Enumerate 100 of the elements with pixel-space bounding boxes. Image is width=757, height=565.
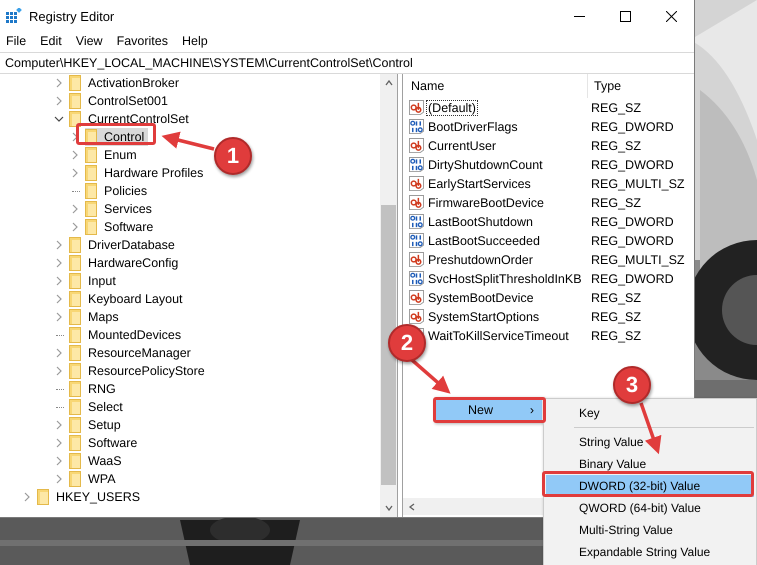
string-value-icon <box>409 176 424 191</box>
value-name[interactable]: CurrentUser <box>426 138 498 154</box>
menu-item[interactable]: Edit <box>40 34 62 48</box>
registry-icon <box>6 8 22 24</box>
menu-item[interactable]: Key <box>546 402 754 424</box>
tree-item[interactable]: CurrentControlSet <box>69 110 193 128</box>
expand-icon[interactable] <box>54 258 64 268</box>
value-type: REG_SZ <box>590 100 642 114</box>
tree-item[interactable]: WPA <box>69 470 120 488</box>
folder-icon <box>85 165 97 181</box>
value-type: REG_DWORD <box>590 234 674 248</box>
column-header[interactable]: Name <box>403 74 588 98</box>
menu-item[interactable]: QWORD (64-bit) Value <box>546 497 754 519</box>
value-name[interactable]: SvcHostSplitThresholdInKB <box>426 270 584 286</box>
tree-item[interactable]: HardwareConfig <box>69 254 182 272</box>
tree-item[interactable]: DriverDatabase <box>69 236 179 254</box>
binary-value-icon <box>409 214 424 229</box>
folder-icon <box>69 93 81 109</box>
annotation-arrow <box>410 358 451 394</box>
expand-icon[interactable] <box>54 96 64 106</box>
tree-item[interactable]: WaaS <box>69 452 126 470</box>
expand-icon[interactable] <box>54 294 64 304</box>
scrollbar[interactable] <box>403 498 543 515</box>
value-name[interactable]: BootDriverFlags <box>426 118 520 134</box>
string-value-icon <box>409 252 424 267</box>
binary-value-icon <box>409 119 424 134</box>
tree-item[interactable]: Hardware Profiles <box>85 164 208 182</box>
folder-icon <box>69 471 81 487</box>
value-name[interactable]: WaitToKillServiceTimeout <box>426 328 571 344</box>
menu-item[interactable]: Binary Value <box>546 453 754 475</box>
value-name[interactable]: DirtyShutdownCount <box>426 156 545 172</box>
value-type: REG_SZ <box>590 328 642 342</box>
expand-icon[interactable] <box>54 78 64 88</box>
menu-item[interactable]: Multi-String Value <box>546 519 754 541</box>
tree-item[interactable]: Software <box>69 434 142 452</box>
expand-icon[interactable] <box>54 438 64 448</box>
expand-icon[interactable] <box>54 366 64 376</box>
tree-item[interactable]: Software <box>85 218 158 236</box>
menu-item[interactable]: Favorites <box>116 34 168 48</box>
value-name[interactable]: EarlyStartServices <box>426 176 533 192</box>
expand-icon[interactable] <box>54 276 64 286</box>
tree-item[interactable]: Setup <box>69 416 125 434</box>
tree-item[interactable]: Maps <box>69 308 123 326</box>
folder-icon <box>69 435 81 451</box>
folder-icon <box>69 345 81 361</box>
expand-icon[interactable] <box>54 348 64 358</box>
folder-icon <box>37 489 49 505</box>
tree-item[interactable]: ResourcePolicyStore <box>69 362 209 380</box>
expand-icon[interactable] <box>70 150 80 160</box>
scrollbar[interactable] <box>380 74 397 517</box>
folder-icon <box>69 255 81 271</box>
address-bar[interactable]: Computer\HKEY_LOCAL_MACHINE\SYSTEM\CurrentControlSet\Control <box>0 52 694 74</box>
value-name[interactable]: LastBootSucceeded <box>426 232 542 248</box>
tree-item[interactable]: ActivationBroker <box>69 74 184 92</box>
maximize-icon <box>620 10 630 22</box>
expand-icon[interactable] <box>70 222 80 232</box>
menu-item[interactable]: Help <box>182 34 208 48</box>
folder-icon <box>69 453 81 469</box>
expand-icon[interactable] <box>54 312 64 322</box>
value-name[interactable]: LastBootShutdown <box>426 214 535 230</box>
value-name[interactable]: PreshutdownOrder <box>426 252 535 268</box>
expand-icon[interactable] <box>54 420 64 430</box>
tree-item[interactable]: ResourceManager <box>69 344 195 362</box>
expand-icon[interactable] <box>70 204 80 214</box>
folder-icon <box>85 219 97 235</box>
tree-item[interactable]: Policies <box>85 182 152 200</box>
string-value-icon <box>409 138 424 153</box>
column-header[interactable]: Type <box>588 74 622 98</box>
string-value-icon <box>409 309 424 324</box>
expand-icon[interactable] <box>54 456 64 466</box>
tree-item[interactable]: RNG <box>69 380 120 398</box>
value-name[interactable]: SystemBootDevice <box>426 290 536 306</box>
menu-item[interactable]: String Value <box>546 431 754 453</box>
expand-icon[interactable] <box>22 492 32 502</box>
tree-item[interactable]: Input <box>69 272 120 290</box>
menu-item[interactable]: Expandable String Value <box>546 541 754 563</box>
tree-item[interactable]: MountedDevices <box>69 326 186 344</box>
value-name[interactable]: (Default) <box>426 100 478 116</box>
menu-item[interactable]: New › <box>436 399 542 421</box>
menu-item[interactable]: View <box>76 34 103 48</box>
value-type: REG_SZ <box>590 196 642 210</box>
menu-item[interactable]: File <box>6 34 26 48</box>
value-name[interactable]: FirmwareBootDevice <box>426 194 546 210</box>
expand-icon[interactable] <box>54 240 64 250</box>
folder-icon <box>69 291 81 307</box>
tree-item[interactable]: Keyboard Layout <box>69 290 187 308</box>
folder-icon <box>69 75 81 91</box>
expand-icon[interactable] <box>70 168 80 178</box>
tree-item[interactable]: HKEY_USERS <box>37 488 144 506</box>
tree-item[interactable]: Enum <box>85 146 141 164</box>
folder-icon <box>69 399 81 415</box>
binary-value-icon <box>409 271 424 286</box>
scroll-thumb[interactable] <box>381 205 396 485</box>
expand-icon[interactable] <box>54 474 64 484</box>
value-type: REG_SZ <box>590 310 642 324</box>
collapse-icon[interactable] <box>54 114 64 124</box>
value-name[interactable]: SystemStartOptions <box>426 308 542 324</box>
tree-item[interactable]: Services <box>85 200 156 218</box>
tree-item[interactable]: Select <box>69 398 127 416</box>
tree-item[interactable]: ControlSet001 <box>69 92 172 110</box>
